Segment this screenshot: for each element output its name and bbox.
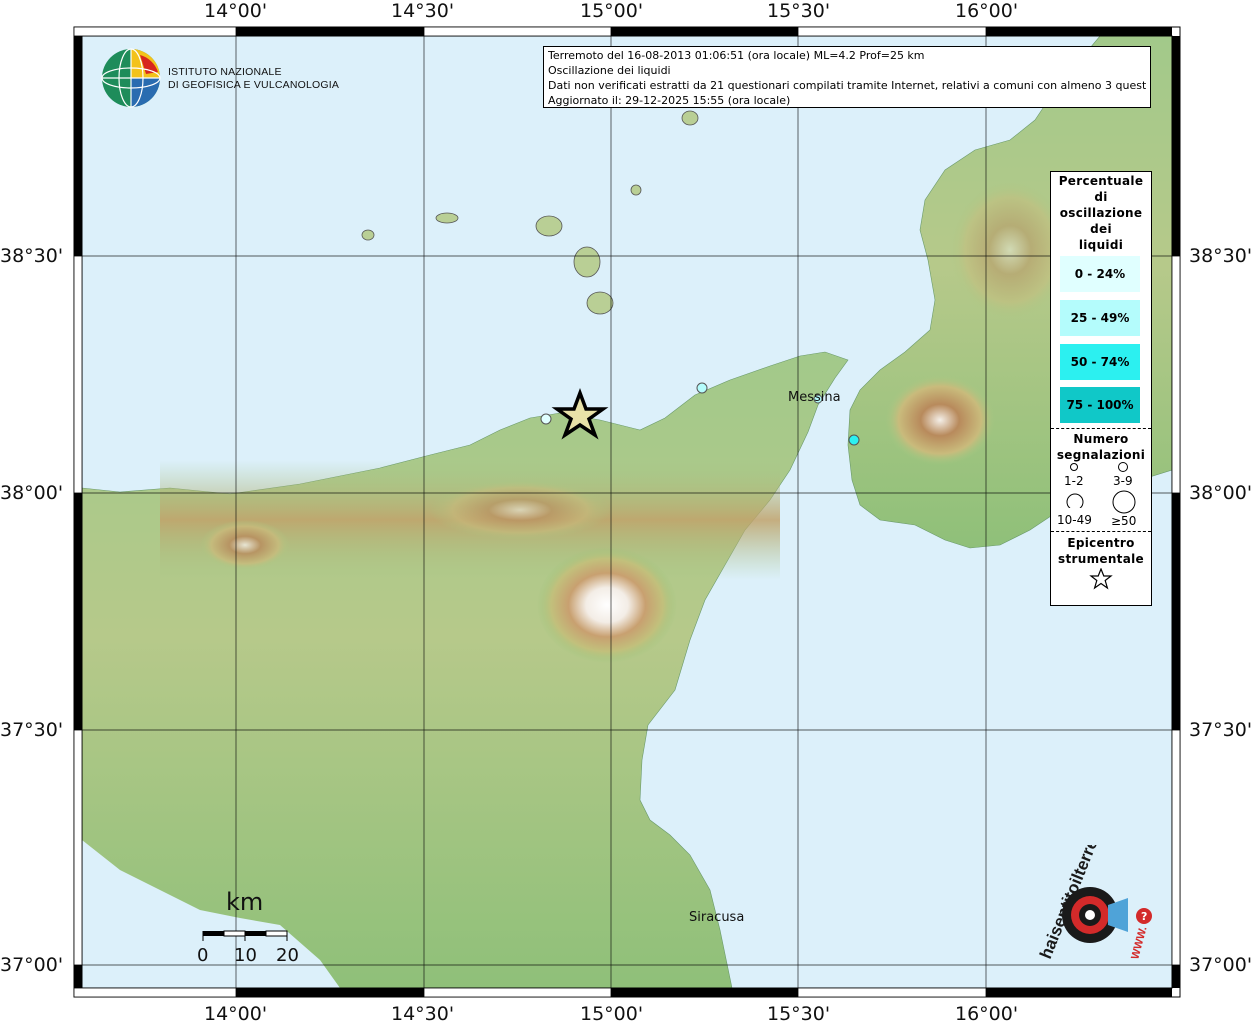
legend-epicenter-title-line: Epicentro bbox=[1067, 536, 1135, 550]
legend-title-line: di bbox=[1094, 190, 1108, 204]
scale-tick: 20 bbox=[276, 945, 299, 966]
legend-epicenter-title-line: strumentale bbox=[1058, 552, 1144, 566]
lat-label-left: 37°30' bbox=[0, 719, 64, 741]
legend-title-line: Percentuale bbox=[1058, 174, 1144, 188]
legend: Percentuale di oscillazione dei liquidi … bbox=[1050, 171, 1152, 606]
lon-label-bottom: 15°00' bbox=[580, 1003, 644, 1025]
mount-etna bbox=[537, 547, 677, 663]
logo-line2: DI GEOFISICA E VULCANOLOGIA bbox=[168, 79, 340, 91]
scale-tick: 0 bbox=[197, 945, 209, 966]
legend-title: Percentuale di oscillazione dei liquidi bbox=[1051, 173, 1151, 253]
report-point bbox=[696, 382, 708, 394]
legend-class-25-49: 25 - 49% bbox=[1060, 300, 1140, 336]
lon-label-top: 15°30' bbox=[767, 0, 831, 22]
nebrodi bbox=[430, 480, 610, 540]
watermark-text: haisentitoilterremoto.it WWW. bbox=[1036, 845, 1150, 961]
count-class-3-9: 3-9 bbox=[1113, 474, 1133, 488]
data-note: Dati non verificati estratti da 21 quest… bbox=[548, 79, 1146, 92]
map-subject: Oscillazione dei liquidi bbox=[548, 64, 671, 77]
event-title: Terremoto del 16-08-2013 01:06:51 (ora l… bbox=[548, 49, 925, 62]
scale-unit: km bbox=[226, 888, 264, 916]
madonie bbox=[200, 520, 290, 570]
legend-title-line: dei bbox=[1090, 222, 1112, 236]
epicenter-star-icon bbox=[1089, 568, 1113, 590]
legend-separator bbox=[1051, 428, 1151, 429]
scale-tick: 10 bbox=[234, 945, 257, 966]
lat-label-left: 37°00' bbox=[0, 954, 64, 976]
lat-label-right: 37°00' bbox=[1189, 954, 1253, 976]
legend-separator bbox=[1051, 531, 1151, 532]
report-point bbox=[848, 434, 860, 446]
report-point bbox=[540, 413, 552, 425]
lat-label-left: 38°00' bbox=[0, 482, 64, 504]
lon-label-bottom: 15°30' bbox=[767, 1003, 831, 1025]
watermark-www: WWW. bbox=[1129, 925, 1149, 961]
lon-label-top: 16°00' bbox=[955, 0, 1019, 22]
lon-label-top: 14°00' bbox=[204, 0, 268, 22]
lon-label-bottom: 14°30' bbox=[391, 1003, 455, 1025]
ingv-logo-text: ISTITUTO NAZIONALE DI GEOFISICA E VULCAN… bbox=[168, 66, 339, 92]
lat-label-left: 38°30' bbox=[0, 245, 64, 267]
legend-title-line: liquidi bbox=[1078, 238, 1124, 252]
lat-label-right: 38°30' bbox=[1189, 245, 1253, 267]
count-class-50-plus: ≥50 bbox=[1111, 514, 1137, 528]
legend-class-50-74: 50 - 74% bbox=[1060, 344, 1140, 380]
city-label-messina: Messina bbox=[788, 390, 841, 405]
event-info-box: Terremoto del 16-08-2013 01:06:51 (ora l… bbox=[543, 46, 1151, 108]
lon-label-top: 14°30' bbox=[391, 0, 455, 22]
lat-label-right: 38°00' bbox=[1189, 482, 1253, 504]
count-class-10-49: 10-49 bbox=[1057, 513, 1092, 527]
aspromonte bbox=[885, 375, 995, 465]
lat-label-right: 37°30' bbox=[1189, 719, 1253, 741]
lon-label-bottom: 14°00' bbox=[204, 1003, 268, 1025]
updated-on: Aggiornato il: 29-12-2025 15:55 (ora loc… bbox=[548, 94, 791, 107]
lon-label-top: 15°00' bbox=[580, 0, 644, 22]
count-class-1-2: 1-2 bbox=[1064, 474, 1084, 488]
watermark-site: haisentitoilterremoto.it bbox=[1036, 845, 1123, 961]
lon-label-bottom: 16°00' bbox=[955, 1003, 1019, 1025]
legend-class-0-24: 0 - 24% bbox=[1060, 256, 1140, 292]
legend-title-line: oscillazione bbox=[1059, 206, 1143, 220]
ingv-logo-globe bbox=[101, 48, 161, 108]
city-label-siracusa: Siracusa bbox=[689, 910, 745, 925]
logo-line1: ISTITUTO NAZIONALE bbox=[168, 66, 282, 78]
legend-count-title-line: Numero bbox=[1073, 432, 1129, 446]
legend-class-75-100: 75 - 100% bbox=[1060, 387, 1140, 423]
legend-epicenter-title: Epicentro strumentale bbox=[1051, 535, 1151, 567]
